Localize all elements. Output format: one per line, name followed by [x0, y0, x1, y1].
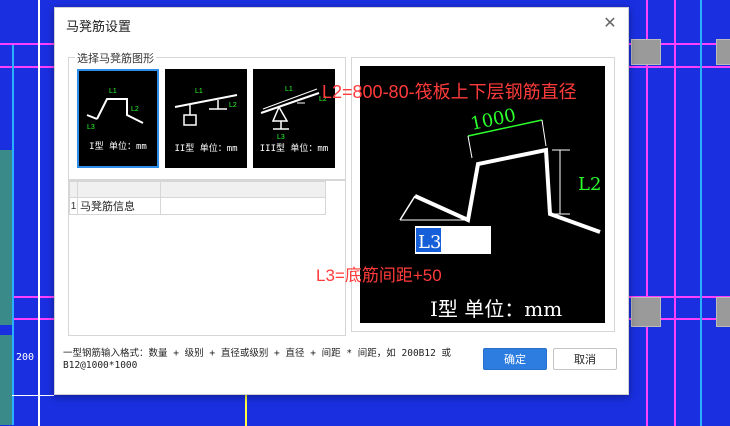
dialog-titlebar[interactable]: 马凳筋设置 ✕	[55, 8, 628, 42]
dimension-text: 200	[16, 352, 35, 363]
cad-line	[38, 0, 40, 426]
thumb-label-l2: L2	[131, 106, 139, 113]
cad-column	[631, 39, 661, 65]
thumb-label-l3: L3	[87, 124, 95, 131]
thumb-caption: I型 单位：mm	[89, 142, 147, 152]
property-grid: 1 马凳筋信息	[69, 181, 326, 215]
cad-line	[674, 0, 676, 426]
thumb-label-l1: L1	[109, 88, 117, 95]
thumb-caption: II型 单位：mm	[174, 144, 238, 154]
dialog-title: 马凳筋设置	[66, 18, 132, 34]
cancel-button[interactable]: 取消	[553, 348, 617, 370]
table-header-row	[69, 181, 326, 198]
close-icon[interactable]: ✕	[602, 16, 618, 32]
property-table: 1 马凳筋信息	[68, 180, 346, 336]
group-label: 选择马凳筋图形	[75, 50, 156, 66]
shape-thumb-type-1[interactable]: L1 L2 L3 I型 单位：mm	[77, 69, 159, 168]
cad-line	[245, 393, 247, 426]
cad-line	[12, 45, 14, 425]
preview-caption: I型 单位：mm	[430, 297, 562, 321]
shape-selection-group: 选择马凳筋图形 L1 L2 L3 I型 单位：mm L1 L2 II型 单位：m…	[68, 50, 346, 180]
cad-column	[716, 39, 730, 65]
cad-hatch	[0, 150, 12, 325]
annotation-l3-formula: L3=底筋间距+50	[316, 266, 442, 285]
dim-l3-label: L3	[418, 232, 441, 253]
row-index: 1	[69, 197, 78, 215]
stool-bar-settings-dialog: 马凳筋设置 ✕ 选择马凳筋图形 L1 L2 L3 I型 单位：mm L1 L2 …	[54, 7, 629, 395]
shape-thumb-type-2[interactable]: L1 L2 II型 单位：mm	[165, 69, 247, 168]
thumb-label-l2: L2	[229, 102, 237, 109]
dim-l2-label: L2	[578, 174, 601, 195]
dim-1000-label: 1000	[469, 105, 518, 135]
thumb-caption: III型 单位：mm	[259, 144, 329, 154]
cad-column	[716, 297, 730, 327]
annotation-l2-formula: L2=800-80-筏板上下层钢筋直径	[322, 82, 577, 102]
thumb-label-l1: L1	[195, 88, 203, 95]
thumb-label-l3: L3	[277, 134, 285, 141]
row-name: 马凳筋信息	[77, 197, 161, 215]
cad-column	[631, 297, 661, 327]
cad-hatch	[0, 335, 12, 425]
cad-line	[700, 0, 702, 426]
table-row[interactable]: 1 马凳筋信息	[69, 197, 326, 215]
ok-button[interactable]: 确定	[483, 348, 547, 370]
thumb-label-l1: L1	[285, 86, 293, 93]
input-format-hint: 一型钢筋输入格式：数量 + 级别 + 直径或级别 + 直径 + 间距 * 间距，…	[63, 348, 452, 371]
row-value-cell[interactable]	[160, 197, 326, 215]
